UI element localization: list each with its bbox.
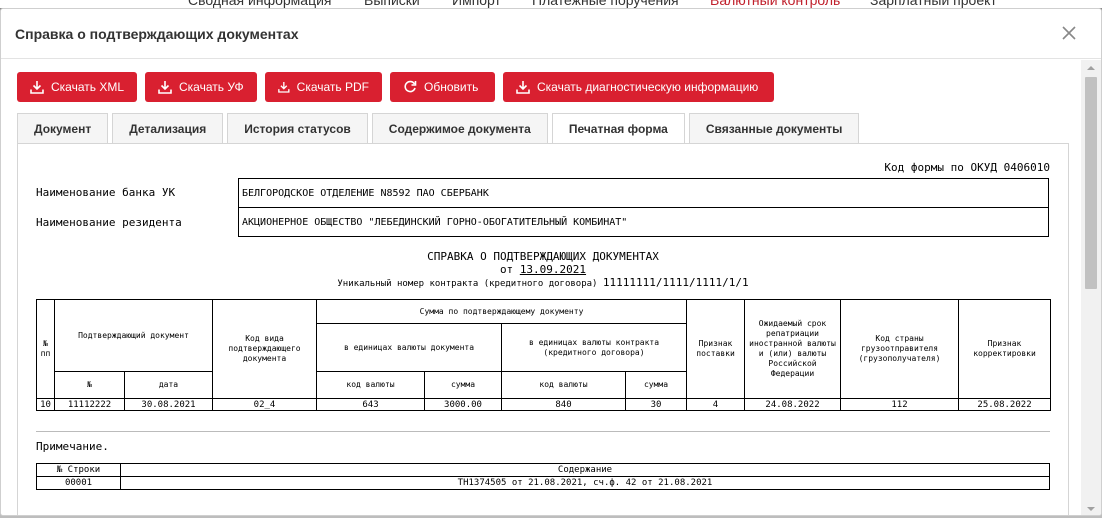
bg-nav-item: Платежные поручения <box>532 0 679 8</box>
download-xml-label: Скачать XML <box>50 80 124 94</box>
bank-value-box: БЕЛГОРОДСКОЕ ОТДЕЛЕНИЕ N8592 ПАО СБЕРБАН… <box>238 178 1049 208</box>
contract-line: Уникальный номер контракта (кредитного д… <box>18 276 1068 289</box>
refresh-icon <box>404 80 417 93</box>
action-toolbar: Скачать XML Скачать УФ Скачать PDF Обнов… <box>17 72 774 102</box>
divider <box>36 431 1050 432</box>
notes-cell-line: 00001 <box>36 476 121 490</box>
header-currency-code: код валюты <box>316 371 425 399</box>
doc-title-block: СПРАВКА О ПОДТВЕРЖДАЮЩИХ ДОКУМЕНТАХ от 1… <box>18 250 1068 289</box>
tab-status-history[interactable]: История статусов <box>227 113 368 144</box>
doc-title: СПРАВКА О ПОДТВЕРЖДАЮЩИХ ДОКУМЕНТАХ <box>427 250 659 263</box>
resident-label: Наименование резидента <box>36 216 182 229</box>
cell-amount: 3000.00 <box>424 398 502 411</box>
header-in-doc-currency: в единицах валюты документа <box>316 323 502 372</box>
refresh-label: Обновить <box>424 80 479 94</box>
cell-doc-kind: 02_4 <box>212 398 317 411</box>
cell-expected-term: 24.08.2022 <box>744 398 842 411</box>
bg-nav-item: Сводная информация <box>188 0 332 8</box>
cell-doc-date: 30.08.2021 <box>124 398 213 411</box>
header-num: № пп <box>36 299 55 399</box>
tab-bar: Документ Детализация История статусов Со… <box>17 113 863 144</box>
download-xml-button[interactable]: Скачать XML <box>17 72 137 102</box>
header-contract-currency-code: код валюты <box>501 371 626 399</box>
bg-nav-item: Валютный контроль <box>710 0 841 8</box>
cell-contract-currency-code: 840 <box>501 398 626 411</box>
download-diagnostics-label: Скачать диагностическую информацию <box>537 80 759 94</box>
bank-value: БЕЛГОРОДСКОЕ ОТДЕЛЕНИЕ N8592 ПАО СБЕРБАН… <box>242 187 489 199</box>
bg-nav-item: Зарплатный проект <box>870 0 997 8</box>
notes-cell-content: ТН1374505 от 21.08.2021, сч.ф. 42 от 21.… <box>120 476 1050 490</box>
download-icon <box>158 81 172 94</box>
tab-related-documents[interactable]: Связанные документы <box>688 113 860 144</box>
header-in-contract-currency: в единицах валюты контракта (кредитного … <box>500 323 688 372</box>
confirming-docs-modal: Справка о подтверждающих документах Скач… <box>0 8 1102 516</box>
download-icon <box>516 81 530 94</box>
scroll-down-icon[interactable] <box>1081 501 1101 515</box>
cell-num: 10 <box>36 398 55 411</box>
cell-contract-amount: 30 <box>624 398 688 411</box>
download-uf-label: Скачать УФ <box>179 80 244 94</box>
table-row: 10 11112222 30.08.2021 02_4 643 3000.00 … <box>36 398 1052 411</box>
bank-label: Наименование банка УК <box>36 186 176 199</box>
bg-nav-item: Выписки <box>364 0 420 8</box>
notes-header-line: № Строки <box>36 463 121 477</box>
contract-label: Уникальный номер контракта (кредитного д… <box>337 279 598 289</box>
tab-print-form[interactable]: Печатная форма <box>551 113 685 144</box>
doc-date-prefix: от <box>499 263 514 276</box>
background-nav: Сводная информация Выписки Импорт Платеж… <box>0 0 1102 8</box>
refresh-button[interactable]: Обновить <box>390 72 495 102</box>
download-diagnostics-button[interactable]: Скачать диагностическую информацию <box>503 72 774 102</box>
header-doc-kind: Код вида подтверждающего документа <box>212 299 317 399</box>
modal-title: Справка о подтверждающих документах <box>15 25 299 42</box>
notes-header-content: Содержание <box>120 463 1050 477</box>
doc-date-line: от 13.09.2021 <box>18 263 1068 276</box>
header-contract-amount: сумма <box>624 371 688 399</box>
close-icon[interactable] <box>1057 21 1081 45</box>
modal-header: Справка о подтверждающих документах <box>1 9 1101 59</box>
download-uf-button[interactable]: Скачать УФ <box>145 72 257 102</box>
tab-document-content[interactable]: Содержимое документа <box>371 113 548 144</box>
contract-number: 11111111/1111/1111/1/1 <box>602 276 749 289</box>
table-row: 00001 ТН1374505 от 21.08.2021, сч.ф. 42 … <box>36 476 1050 490</box>
cell-currency-code: 643 <box>316 398 425 411</box>
header-doc-no: № <box>54 371 125 399</box>
scroll-thumb[interactable] <box>1085 77 1097 289</box>
print-form-viewer[interactable]: Код формы по ОКУД 0406010 Наименование б… <box>17 143 1069 515</box>
header-sum-by-doc: Сумма по подтверждающему документу <box>315 299 688 324</box>
header-amount: сумма <box>424 371 502 399</box>
cell-supply-sign: 4 <box>686 398 746 411</box>
header-supply-sign: Признак поставки <box>686 299 746 399</box>
header-correction-sign: Признак корректировки <box>958 299 1052 399</box>
header-doc-date: дата <box>124 371 213 399</box>
header-country-code: Код страны грузоотправителя (грузополуча… <box>840 299 960 399</box>
modal-body: Скачать XML Скачать УФ Скачать PDF Обнов… <box>1 60 1083 515</box>
scroll-up-icon[interactable] <box>1081 60 1101 76</box>
okud-code: Код формы по ОКУД 0406010 <box>884 161 1050 174</box>
confirming-docs-table: № пп Подтверждающий документ Код вида по… <box>36 299 1052 411</box>
bg-nav-item: Импорт <box>452 0 501 8</box>
tab-details[interactable]: Детализация <box>112 113 224 144</box>
cell-correction-sign: 25.08.2022 <box>958 398 1052 411</box>
download-icon <box>30 81 44 94</box>
header-confirming-doc: Подтверждающий документ <box>54 299 213 372</box>
cell-doc-no: 11112222 <box>54 398 125 411</box>
download-icon <box>278 82 290 93</box>
modal-scrollbar[interactable] <box>1081 60 1101 515</box>
cell-country-code: 112 <box>840 398 960 411</box>
notes-table: № Строки Содержание 00001 ТН1374505 от 2… <box>36 463 1050 490</box>
header-expected-term: Ожидаемый срок репатриации иностранной в… <box>744 299 842 399</box>
download-pdf-button[interactable]: Скачать PDF <box>265 72 382 102</box>
resident-value: АКЦИОНЕРНОЕ ОБЩЕСТВО "ЛЕБЕДИНСКИЙ ГОРНО-… <box>242 216 628 228</box>
resident-value-box: АКЦИОНЕРНОЕ ОБЩЕСТВО "ЛЕБЕДИНСКИЙ ГОРНО-… <box>238 207 1049 237</box>
download-pdf-label: Скачать PDF <box>296 80 369 94</box>
note-label: Примечание. <box>36 440 109 453</box>
tab-document[interactable]: Документ <box>17 113 109 144</box>
doc-date: 13.09.2021 <box>519 263 587 276</box>
